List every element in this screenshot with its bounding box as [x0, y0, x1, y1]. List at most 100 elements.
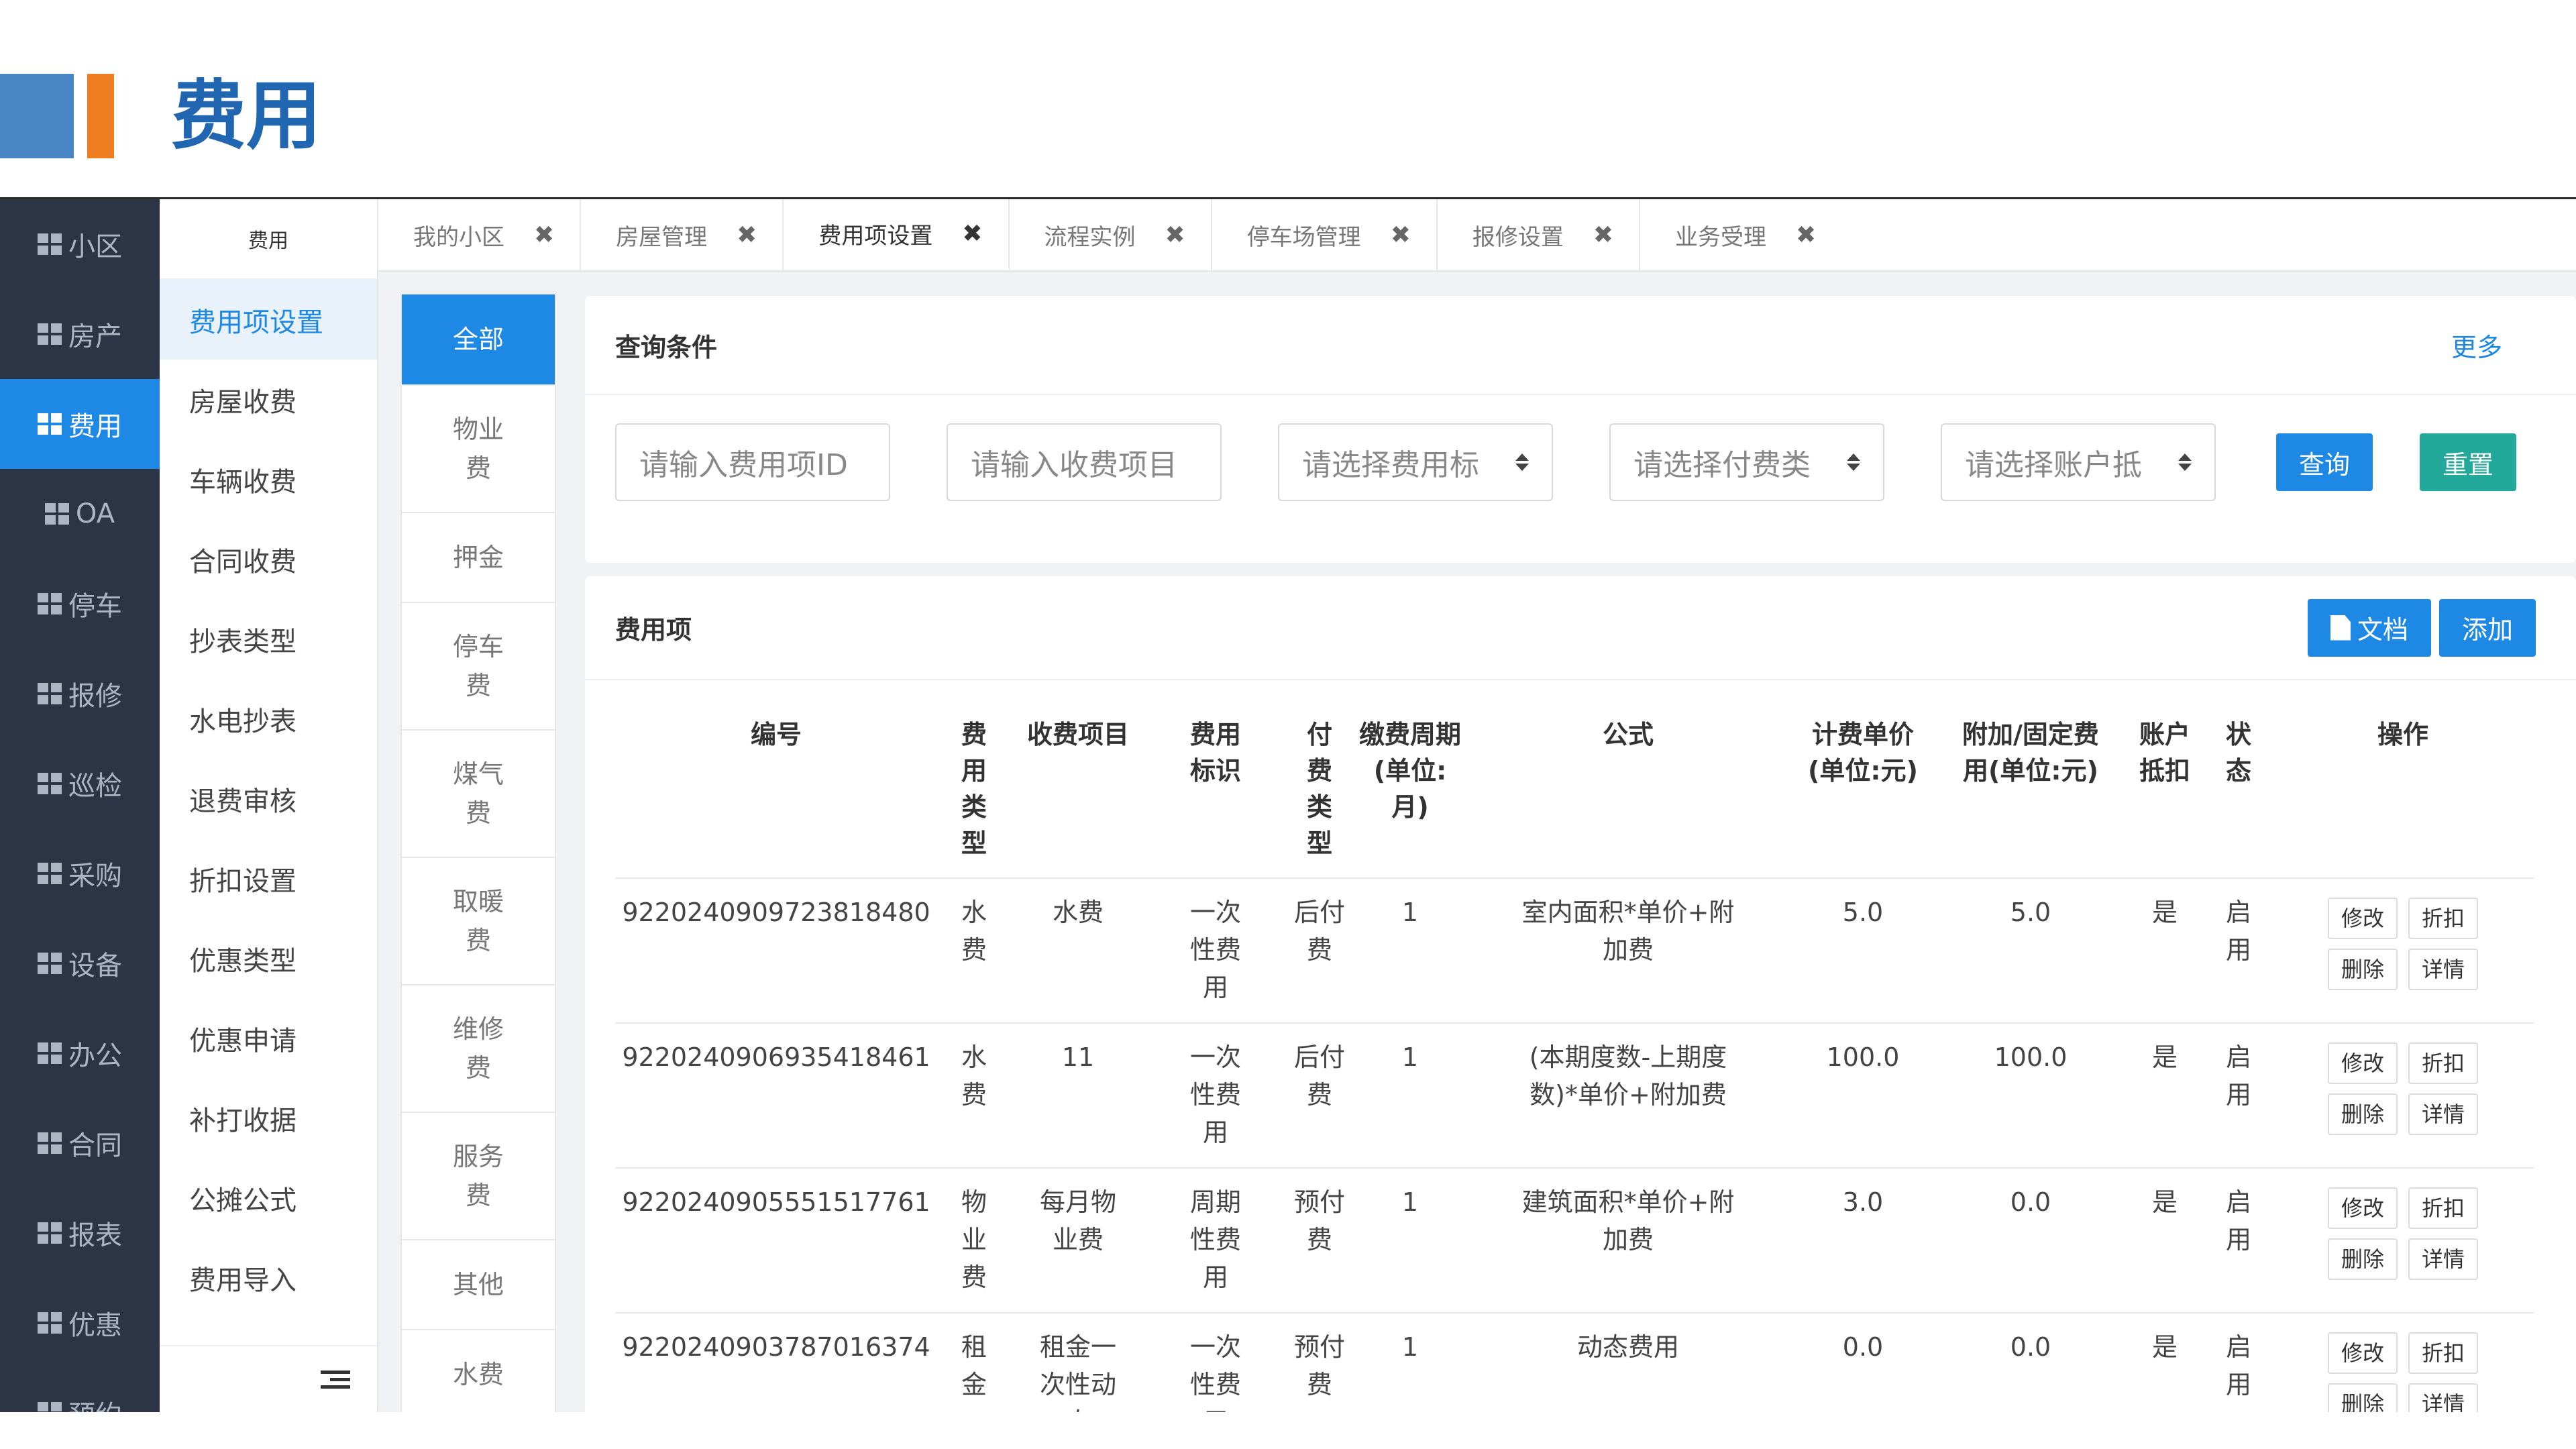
- column-header[interactable]: 公式: [1467, 707, 1789, 879]
- main-menu-item[interactable]: 办公: [0, 1008, 160, 1098]
- category-item[interactable]: 水费: [402, 1330, 555, 1412]
- detail-button[interactable]: 详情: [2408, 1093, 2478, 1135]
- main-menu-item[interactable]: 采购: [0, 828, 160, 918]
- category-item[interactable]: 维修费: [402, 985, 555, 1113]
- sub-menu-item[interactable]: 水电抄表: [160, 679, 377, 759]
- edit-button[interactable]: 修改: [2328, 1332, 2398, 1374]
- sub-menu-item[interactable]: 房屋收费: [160, 360, 377, 439]
- sub-menu-item[interactable]: 补打收据: [160, 1078, 377, 1158]
- main-menu-item[interactable]: 报表: [0, 1188, 160, 1278]
- account-deduct-select[interactable]: 请选择账户抵: [1941, 423, 2216, 501]
- column-header[interactable]: 操作: [2272, 707, 2534, 879]
- sub-menu-item[interactable]: 车辆收费: [160, 439, 377, 519]
- discount-button[interactable]: 折扣: [2408, 898, 2478, 939]
- cell-fee-type: 水费: [937, 1023, 1011, 1169]
- tab[interactable]: 房屋管理 ✖: [581, 199, 784, 270]
- main-menu-item[interactable]: 预约: [0, 1368, 160, 1412]
- close-icon[interactable]: ✖: [1796, 221, 1816, 249]
- delete-button[interactable]: 删除: [2328, 1383, 2398, 1412]
- main-menu-item[interactable]: 合同: [0, 1098, 160, 1188]
- sub-menu-item-active[interactable]: 费用项设置: [160, 280, 377, 360]
- sub-menu-item[interactable]: 费用导入: [160, 1238, 377, 1318]
- discount-button[interactable]: 折扣: [2408, 1332, 2478, 1374]
- tab[interactable]: 停车场管理 ✖: [1212, 199, 1438, 270]
- tab[interactable]: 我的小区 ✖: [378, 199, 582, 270]
- category-item[interactable]: 停车费: [402, 603, 555, 731]
- sub-menu-item[interactable]: 合同收费: [160, 519, 377, 599]
- pay-type-select[interactable]: 请选择付费类: [1609, 423, 1884, 501]
- delete-button[interactable]: 删除: [2328, 1093, 2398, 1135]
- sub-menu-item[interactable]: 优惠申请: [160, 998, 377, 1078]
- edit-button[interactable]: 修改: [2328, 1187, 2398, 1229]
- column-header[interactable]: 计费单价(单位:元): [1789, 707, 1937, 879]
- column-header[interactable]: 编号: [615, 707, 937, 879]
- cell-id: 9220240906935418461: [615, 1023, 937, 1169]
- detail-button[interactable]: 详情: [2408, 1238, 2478, 1280]
- add-button[interactable]: 添加: [2438, 598, 2536, 657]
- fee-id-input[interactable]: 请输入费用项ID: [615, 423, 890, 501]
- tab-active[interactable]: 费用项设置 ✖: [784, 199, 1010, 270]
- cell-cycle: 1: [1353, 1168, 1467, 1313]
- cell-status: 启用: [2205, 1313, 2272, 1412]
- fee-item-input[interactable]: 请输入收费项目: [947, 423, 1222, 501]
- reset-button[interactable]: 重置: [2420, 433, 2517, 491]
- main-menu-item[interactable]: OA: [0, 469, 160, 559]
- query-panel-header: 查询条件 更多: [585, 296, 2576, 395]
- category-item[interactable]: 煤气费: [402, 731, 555, 858]
- cell-status: 启用: [2205, 878, 2272, 1024]
- detail-button[interactable]: 详情: [2408, 1383, 2478, 1412]
- more-link[interactable]: 更多: [2451, 327, 2502, 364]
- close-icon[interactable]: ✖: [1165, 221, 1185, 249]
- main-menu-item[interactable]: 设备: [0, 918, 160, 1008]
- close-icon[interactable]: ✖: [737, 221, 757, 249]
- main-menu: 小区 房产 费用 OA 停车 报修 巡检 采购 设备 办公 合同 报表 优惠 预…: [0, 199, 160, 1412]
- close-icon[interactable]: ✖: [1391, 221, 1411, 249]
- column-header[interactable]: 附加/固定费用(单位:元): [1937, 707, 2125, 879]
- column-header[interactable]: 收费项目: [1011, 707, 1145, 879]
- column-header[interactable]: 缴费周期(单位:月): [1353, 707, 1467, 879]
- sub-menu-item[interactable]: 折扣设置: [160, 839, 377, 918]
- sub-menu-item[interactable]: 抄表类型: [160, 599, 377, 679]
- category-item[interactable]: 物业费: [402, 386, 555, 513]
- category-item-active[interactable]: 全部: [402, 294, 555, 386]
- fee-flag-select[interactable]: 请选择费用标: [1278, 423, 1553, 501]
- doc-button[interactable]: 文档: [2307, 598, 2431, 657]
- delete-button[interactable]: 删除: [2328, 1238, 2398, 1280]
- column-header[interactable]: 费用类型: [937, 707, 1011, 879]
- main-menu-item[interactable]: 优惠: [0, 1278, 160, 1368]
- search-button[interactable]: 查询: [2276, 433, 2373, 491]
- edit-button[interactable]: 修改: [2328, 898, 2398, 939]
- grid-icon: [38, 323, 62, 345]
- tab[interactable]: 业务受理 ✖: [1640, 199, 1841, 270]
- tab[interactable]: 报修设置 ✖: [1438, 199, 1641, 270]
- category-item[interactable]: 取暖费: [402, 858, 555, 985]
- sub-menu-item[interactable]: 公摊公式: [160, 1158, 377, 1238]
- sub-menu-item[interactable]: 优惠类型: [160, 918, 377, 998]
- column-header[interactable]: 状态: [2205, 707, 2272, 879]
- delete-button[interactable]: 删除: [2328, 949, 2398, 990]
- main-menu-item[interactable]: 巡检: [0, 739, 160, 828]
- close-icon[interactable]: ✖: [534, 221, 554, 249]
- main-menu-item[interactable]: 小区: [0, 199, 160, 289]
- tab[interactable]: 流程实例 ✖: [1010, 199, 1212, 270]
- edit-button[interactable]: 修改: [2328, 1042, 2398, 1084]
- category-item[interactable]: 服务费: [402, 1113, 555, 1240]
- column-header[interactable]: 费用标识: [1145, 707, 1286, 879]
- main-menu-item[interactable]: 停车: [0, 559, 160, 649]
- category-item[interactable]: 押金: [402, 513, 555, 603]
- main-menu-item[interactable]: 报修: [0, 649, 160, 739]
- category-item[interactable]: 其他: [402, 1240, 555, 1330]
- column-header[interactable]: 付费类型: [1286, 707, 1353, 879]
- main-menu-item[interactable]: 房产: [0, 289, 160, 379]
- main-menu-item-active[interactable]: 费用: [0, 379, 160, 469]
- column-header[interactable]: 账户抵扣: [2125, 707, 2205, 879]
- discount-button[interactable]: 折扣: [2408, 1187, 2478, 1229]
- discount-button[interactable]: 折扣: [2408, 1042, 2478, 1084]
- detail-button[interactable]: 详情: [2408, 949, 2478, 990]
- row-actions: 修改 折扣 删除 详情: [2277, 1328, 2528, 1412]
- collapse-menu-button[interactable]: [160, 1345, 377, 1412]
- fee-items-title: 费用项: [615, 615, 692, 645]
- close-icon[interactable]: ✖: [1593, 221, 1613, 249]
- close-icon[interactable]: ✖: [962, 220, 982, 248]
- sub-menu-item[interactable]: 退费审核: [160, 759, 377, 839]
